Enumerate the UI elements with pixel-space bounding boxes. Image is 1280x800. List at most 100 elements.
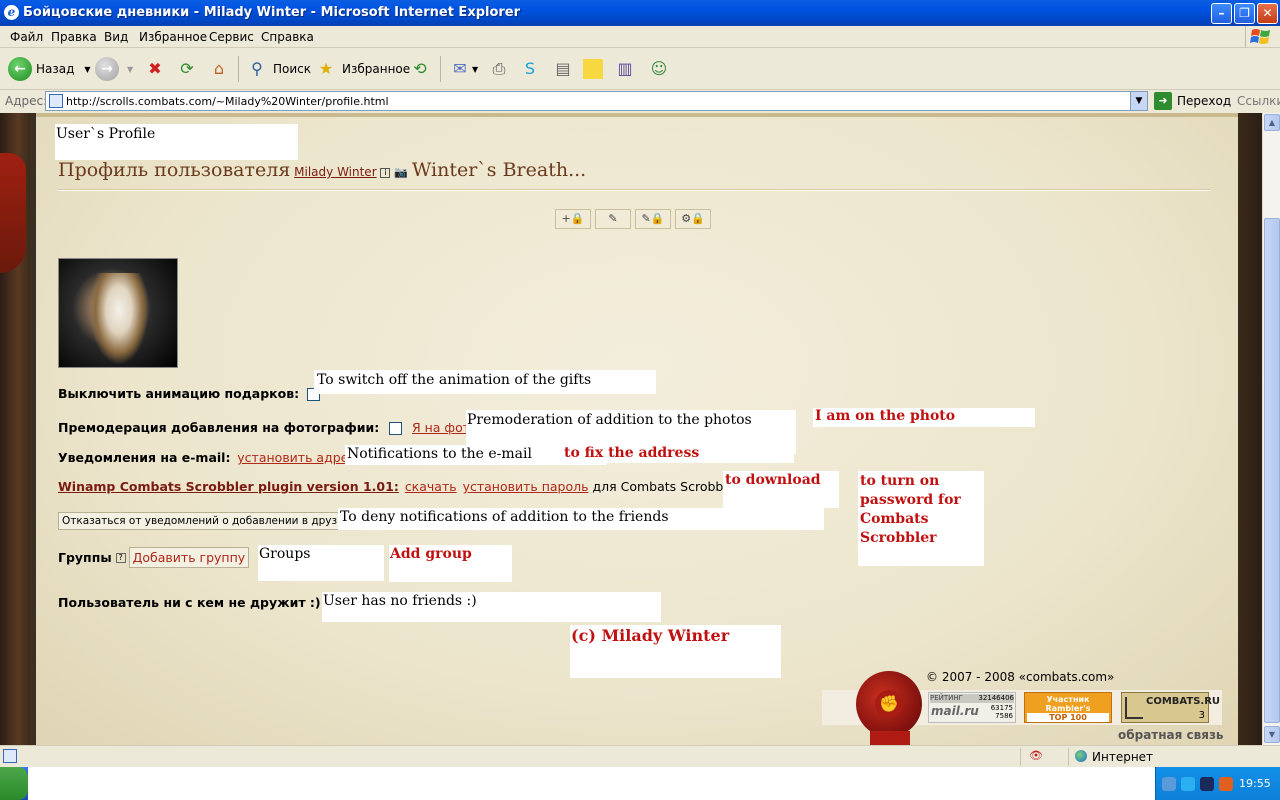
user-avatar [58, 258, 178, 368]
edit-button[interactable]: ✎ [595, 209, 631, 229]
history-button[interactable]: ⟲ [408, 56, 432, 82]
info-icon[interactable]: i [380, 167, 391, 178]
turn-on-note-line-4: Scrobbler [860, 530, 937, 546]
messenger-button[interactable]: ☺ [647, 56, 671, 82]
download-link[interactable]: скачать [405, 479, 457, 494]
tray-audio-icon[interactable] [1200, 777, 1214, 791]
history-icon: ⟲ [413, 59, 427, 78]
username-link[interactable]: Milady Winter [294, 165, 376, 179]
mail-button[interactable]: ✉ ▼ [448, 56, 478, 82]
deny-friend-notifications-button[interactable]: Отказаться от уведомлений о добавлении в… [58, 512, 354, 530]
turn-on-note-line-1: to turn on [860, 473, 940, 489]
premod-checkbox[interactable] [389, 422, 403, 435]
print-button[interactable]: ⎙ [487, 56, 511, 82]
menu-separator [1245, 26, 1246, 48]
tray-skype-icon[interactable] [1181, 777, 1195, 791]
tray-network-icon[interactable] [1162, 777, 1176, 791]
mailru-rating-value: 32146406 [978, 694, 1014, 702]
edit-page-button[interactable]: ▤ [551, 56, 575, 82]
status-bar: 👁 Интернет [0, 745, 1280, 767]
search-button[interactable]: ⚲ Поиск [245, 56, 311, 82]
go-label: Переход [1177, 94, 1232, 108]
menu-edit[interactable]: Правка [51, 30, 97, 44]
messenger-icon: ☺ [650, 59, 668, 78]
add-group-button[interactable]: Добавить группу [128, 547, 250, 568]
seal-ribbon [870, 731, 910, 745]
parchment-page: User`s Profile Профиль пользователя Mila… [36, 113, 1238, 745]
window-title-bar: e Бойцовские дневники - Milady Winter - … [0, 0, 1280, 26]
scroll-up-icon[interactable]: ▲ [1264, 114, 1280, 131]
rambler-line-1: Участник [1046, 695, 1090, 704]
menu-help[interactable]: Справка [261, 30, 314, 44]
maximize-button[interactable]: ❐ [1234, 3, 1255, 24]
add-lock-button[interactable]: +🔒 [555, 209, 591, 229]
camera-icon[interactable]: 📷 [394, 166, 408, 179]
groups-note: Groups [258, 545, 384, 581]
combats-ru-badge[interactable]: COMBATS.RU 3 [1121, 692, 1220, 723]
links-label[interactable]: Ссылки [1237, 94, 1280, 108]
address-input[interactable]: http://scrolls.combats.com/~Milady%20Win… [45, 91, 1148, 111]
combats-ru-count: 3 [1198, 710, 1205, 721]
scroll-thumb[interactable] [1264, 218, 1280, 723]
internet-zone-icon [1075, 750, 1087, 762]
menu-favorites[interactable]: Избранное [139, 30, 207, 44]
fix-address-note: to fix the address [562, 445, 794, 463]
set-address-link[interactable]: установить адрес [237, 450, 355, 465]
turn-on-password-note: to turn on password for Combats Scrobble… [858, 471, 984, 566]
back-arrow-icon: ← [8, 57, 32, 81]
star-icon: ★ [318, 59, 334, 78]
notes-button[interactable] [583, 56, 603, 82]
scroll-down-icon[interactable]: ▼ [1264, 726, 1280, 743]
back-label: Назад [36, 62, 75, 76]
avatar-figure [89, 273, 149, 365]
on-photo-note: I am on the photo [813, 408, 1035, 427]
feedback-link[interactable]: обратная связь [1118, 728, 1224, 742]
refresh-button[interactable]: ⟳ [175, 56, 199, 82]
mailru-counter-2: 7586 [995, 712, 1013, 720]
seal-fist-icon: ✊ [875, 690, 903, 718]
address-url[interactable]: http://scrolls.combats.com/~Milady%20Win… [66, 95, 389, 108]
set-password-link[interactable]: установить пароль [463, 479, 589, 494]
forward-button[interactable]: → ▼ [95, 56, 133, 82]
rambler-line-3: TOP 100 [1027, 713, 1109, 722]
research-button[interactable]: ▥ [613, 56, 637, 82]
zone-label: Интернет [1092, 750, 1154, 764]
back-button[interactable]: ← Назад ▼ [8, 56, 91, 82]
page-viewport: User`s Profile Профиль пользователя Mila… [0, 113, 1262, 745]
privacy-icon[interactable]: 👁 [1029, 749, 1043, 762]
printer-icon: ⎙ [492, 59, 506, 78]
stop-button[interactable]: ✖ [143, 56, 167, 82]
menu-tools[interactable]: Сервис [209, 30, 254, 44]
profile-heading: Профиль пользователя [58, 159, 291, 181]
winamp-plugin-link[interactable]: Winamp Combats Scrobbler plugin version … [58, 479, 399, 494]
close-button[interactable]: ✕ [1257, 3, 1278, 24]
favorites-button[interactable]: ★ Избранное [314, 56, 410, 82]
home-button[interactable]: ⌂ [207, 56, 231, 82]
vertical-scrollbar[interactable]: ▲ ▼ [1262, 113, 1280, 745]
skype-button[interactable]: S [518, 56, 542, 82]
copyright-note: (c) Milady Winter [570, 625, 781, 678]
toolbar-separator-2 [440, 56, 441, 82]
mail-dropdown-icon[interactable]: ▼ [472, 65, 478, 74]
mailru-rating-label: РЕЙТИНГ [930, 694, 963, 702]
profile-heading-row: Профиль пользователя Milady Winter i 📷 W… [58, 159, 586, 181]
groups-help-icon[interactable]: ? [115, 552, 126, 563]
menu-file[interactable]: Файл [10, 30, 43, 44]
minimize-button[interactable]: – [1211, 3, 1232, 24]
forward-dropdown-icon[interactable]: ▼ [127, 65, 133, 74]
back-dropdown-icon[interactable]: ▼ [84, 65, 90, 74]
rambler-top100-badge[interactable]: Участник Rambler's TOP 100 [1024, 692, 1112, 723]
settings-lock-button[interactable]: ⚙🔒 [675, 209, 711, 229]
menu-view[interactable]: Вид [104, 30, 128, 44]
email-label: Уведомления на e-mail: [58, 450, 231, 465]
forward-arrow-icon: → [95, 57, 119, 81]
tray-security-icon[interactable] [1219, 777, 1233, 791]
winamp-tail-text: для Combats Scrobbler. [592, 479, 743, 494]
go-button[interactable]: ➜ Переход [1154, 91, 1231, 111]
taskbar: 19:55 [0, 767, 1280, 800]
edit-lock-button[interactable]: ✎🔒 [635, 209, 671, 229]
start-button[interactable] [0, 767, 28, 800]
address-bar: Адрес: http://scrolls.combats.com/~Milad… [0, 90, 1280, 112]
mailru-rating-badge[interactable]: РЕЙТИНГ 32146406 mail.ru 63175 7586 [928, 692, 1016, 723]
address-dropdown-icon[interactable]: ▼ [1130, 92, 1147, 110]
